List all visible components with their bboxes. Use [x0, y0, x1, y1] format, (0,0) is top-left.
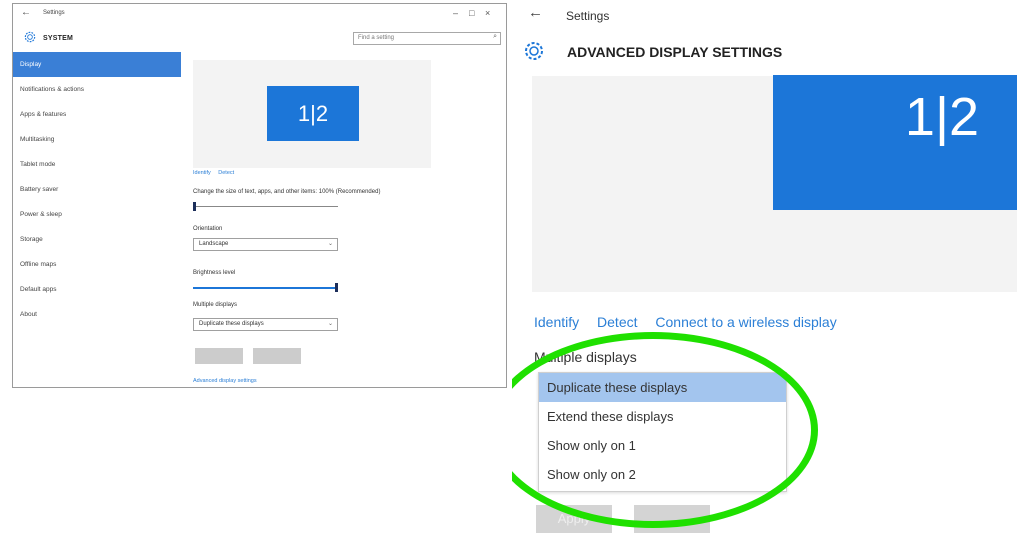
multiple-displays-dropdown[interactable]: Duplicate these displays ⌄	[193, 318, 338, 331]
brightness-label: Brightness level	[193, 270, 236, 276]
scale-slider-track[interactable]	[193, 206, 338, 207]
display-links: Identify Detect Connect to a wireless di…	[534, 314, 851, 330]
page-title: ADVANCED DISPLAY SETTINGS	[567, 44, 783, 60]
brightness-slider-fill[interactable]	[193, 287, 338, 289]
window-title: Settings	[566, 9, 610, 23]
sidebar-item-multitasking[interactable]: Multitasking	[13, 127, 181, 152]
display-preview: 1|2	[193, 60, 431, 168]
window-title: Settings	[43, 10, 65, 16]
multiple-displays-dropdown-menu: Duplicate these displays Extend these di…	[538, 372, 787, 492]
close-icon[interactable]: ×	[485, 8, 490, 18]
orientation-value: Landscape	[199, 241, 229, 247]
option-duplicate[interactable]: Duplicate these displays	[539, 373, 786, 402]
multiple-displays-label: Multiple displays	[534, 349, 637, 365]
gear-icon	[24, 31, 36, 43]
identify-link[interactable]: Identify	[534, 314, 579, 330]
orientation-label: Orientation	[193, 226, 223, 232]
title-bar: ← Settings – □ ×	[13, 4, 506, 24]
monitor-tile[interactable]: 1|2	[267, 86, 359, 141]
sidebar-nav: Display Notifications & actions Apps & f…	[13, 52, 181, 327]
back-arrow-icon[interactable]: ←	[21, 7, 31, 18]
display-links: Identify Detect	[193, 170, 240, 176]
zoomed-advanced-display-settings: ← Settings ADVANCED DISPLAY SETTINGS 1|2…	[512, 0, 1017, 533]
detect-link[interactable]: Detect	[218, 170, 234, 176]
settings-window: ← Settings – □ × SYSTEM Find a setting ⌕…	[12, 3, 507, 388]
minimize-icon[interactable]: –	[453, 8, 458, 18]
sidebar-item-notifications[interactable]: Notifications & actions	[13, 77, 181, 102]
option-show-only-1[interactable]: Show only on 1	[539, 431, 786, 460]
back-arrow-icon[interactable]: ←	[528, 4, 543, 21]
sidebar-item-offline-maps[interactable]: Offline maps	[13, 252, 181, 277]
option-show-only-2[interactable]: Show only on 2	[539, 460, 786, 489]
sidebar-item-storage[interactable]: Storage	[13, 227, 181, 252]
advanced-display-settings-link[interactable]: Advanced display settings	[193, 378, 257, 384]
scale-slider-thumb[interactable]	[193, 202, 196, 211]
apply-button[interactable]: Apply	[536, 505, 612, 533]
brightness-slider-thumb[interactable]	[335, 283, 338, 292]
chevron-down-icon: ⌄	[327, 241, 333, 247]
apply-button[interactable]: Apply	[195, 348, 243, 364]
page-header: SYSTEM Find a setting ⌕	[13, 26, 506, 52]
page-title: SYSTEM	[43, 35, 73, 42]
sidebar-item-display[interactable]: Display	[13, 52, 181, 77]
gear-icon	[525, 42, 543, 60]
maximize-icon[interactable]: □	[469, 8, 474, 18]
monitor-tile[interactable]: 1|2	[773, 75, 1017, 210]
identify-link[interactable]: Identify	[193, 170, 211, 176]
multiple-displays-value: Duplicate these displays	[199, 321, 264, 327]
search-icon: ⌕	[493, 33, 497, 40]
search-input[interactable]: Find a setting ⌕	[353, 32, 501, 45]
sidebar-item-apps[interactable]: Apps & features	[13, 102, 181, 127]
orientation-dropdown[interactable]: Landscape ⌄	[193, 238, 338, 251]
sidebar-item-default-apps[interactable]: Default apps	[13, 277, 181, 302]
detect-link[interactable]: Detect	[597, 314, 637, 330]
search-placeholder: Find a setting	[358, 35, 395, 41]
sidebar-item-power-sleep[interactable]: Power & sleep	[13, 202, 181, 227]
connect-wireless-display-link[interactable]: Connect to a wireless display	[655, 314, 836, 330]
cancel-button[interactable]	[634, 505, 710, 533]
sidebar-item-about[interactable]: About	[13, 302, 181, 327]
sidebar-item-battery-saver[interactable]: Battery saver	[13, 177, 181, 202]
sidebar-item-tablet-mode[interactable]: Tablet mode	[13, 152, 181, 177]
chevron-down-icon: ⌄	[327, 321, 333, 327]
option-extend[interactable]: Extend these displays	[539, 402, 786, 431]
cancel-button[interactable]: Cancel	[253, 348, 301, 364]
multiple-displays-label: Multiple displays	[193, 302, 238, 308]
scale-label: Change the size of text, apps, and other…	[193, 189, 381, 195]
